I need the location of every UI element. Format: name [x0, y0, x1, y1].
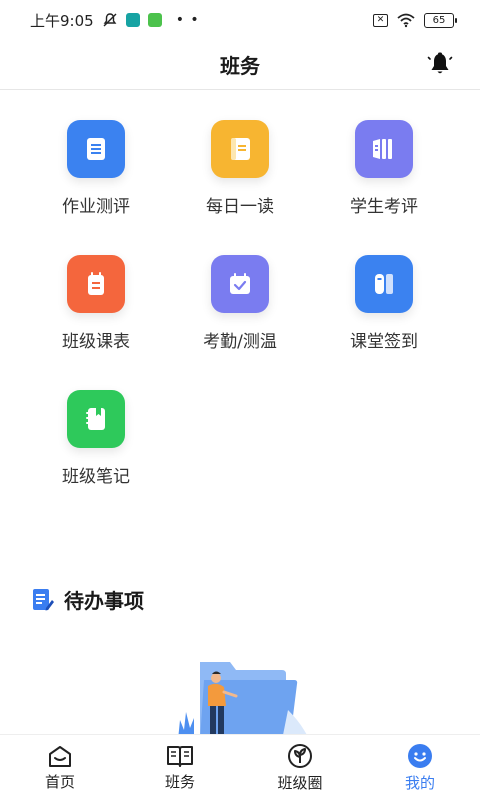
grid-item-attendance[interactable]: 考勤/测温 — [168, 255, 312, 352]
empty-state-illustration — [178, 662, 310, 740]
status-bar: 上午9:05 • • ✕ 65 — [0, 0, 480, 40]
battery-icon: 65 — [424, 12, 457, 28]
tab-class-affairs[interactable]: 班务 — [120, 735, 240, 800]
grid-item-label: 学生考评 — [350, 197, 418, 217]
todo-list-icon — [33, 588, 54, 610]
class-circle-icon — [288, 743, 312, 768]
tab-class-circle[interactable]: 班级圈 — [240, 735, 360, 800]
app-notification-icon — [125, 13, 140, 27]
tab-profile[interactable]: 我的 — [360, 735, 480, 800]
status-time: 上午9:05 — [30, 11, 94, 30]
page-title: 班务 — [220, 54, 260, 78]
class-schedule-icon — [67, 255, 125, 313]
app-notification-icon-2 — [147, 13, 162, 27]
tab-label: 班级圈 — [277, 773, 323, 792]
wifi-icon — [397, 13, 415, 28]
tab-label: 班务 — [164, 772, 195, 791]
home-icon — [49, 745, 71, 767]
grid-item-student-eval[interactable]: 学生考评 — [312, 120, 456, 217]
tab-label: 首页 — [44, 772, 75, 791]
todo-title: 待办事项 — [64, 589, 144, 613]
class-checkin-icon — [355, 255, 413, 313]
todo-section-header: 待办事项 — [32, 585, 144, 614]
bottom-tab-bar: 首页 班务 班级圈 我的 — [0, 734, 480, 800]
grid-item-label: 考勤/测温 — [203, 332, 277, 352]
book-icon — [167, 745, 193, 767]
grid-item-label: 课堂签到 — [350, 332, 418, 352]
homework-icon — [67, 120, 125, 178]
function-grid: 作业测评 每日一读 学生考评 班级课表 考勤/测温 课堂签到 班级笔记 — [24, 120, 456, 487]
sim-icon: ✕ — [373, 13, 388, 27]
grid-item-label: 班级笔记 — [62, 467, 130, 487]
profile-icon — [408, 743, 432, 768]
page-header: 班务 — [0, 40, 480, 90]
more-dots-icon: • • — [175, 12, 200, 28]
attendance-icon — [211, 255, 269, 313]
grid-item-label: 作业测评 — [62, 197, 130, 217]
grid-item-daily-read[interactable]: 每日一读 — [168, 120, 312, 217]
status-left: 上午9:05 • • — [30, 10, 200, 31]
daily-read-icon — [211, 120, 269, 178]
bell-icon — [427, 52, 453, 74]
grid-item-label: 班级课表 — [62, 332, 130, 352]
grid-item-homework[interactable]: 作业测评 — [24, 120, 168, 217]
tab-home[interactable]: 首页 — [0, 735, 120, 800]
battery-level: 65 — [432, 14, 446, 26]
grid-item-label: 每日一读 — [206, 197, 274, 217]
tab-label: 我的 — [404, 773, 435, 792]
grid-item-class-schedule[interactable]: 班级课表 — [24, 255, 168, 352]
grid-item-class-notes[interactable]: 班级笔记 — [24, 390, 168, 487]
notification-bell-button[interactable] — [426, 50, 454, 78]
grid-item-class-checkin[interactable]: 课堂签到 — [312, 255, 456, 352]
class-notes-icon — [67, 390, 125, 448]
status-right: ✕ 65 — [373, 12, 457, 28]
mute-bell-icon — [103, 13, 117, 27]
student-eval-icon — [355, 120, 413, 178]
